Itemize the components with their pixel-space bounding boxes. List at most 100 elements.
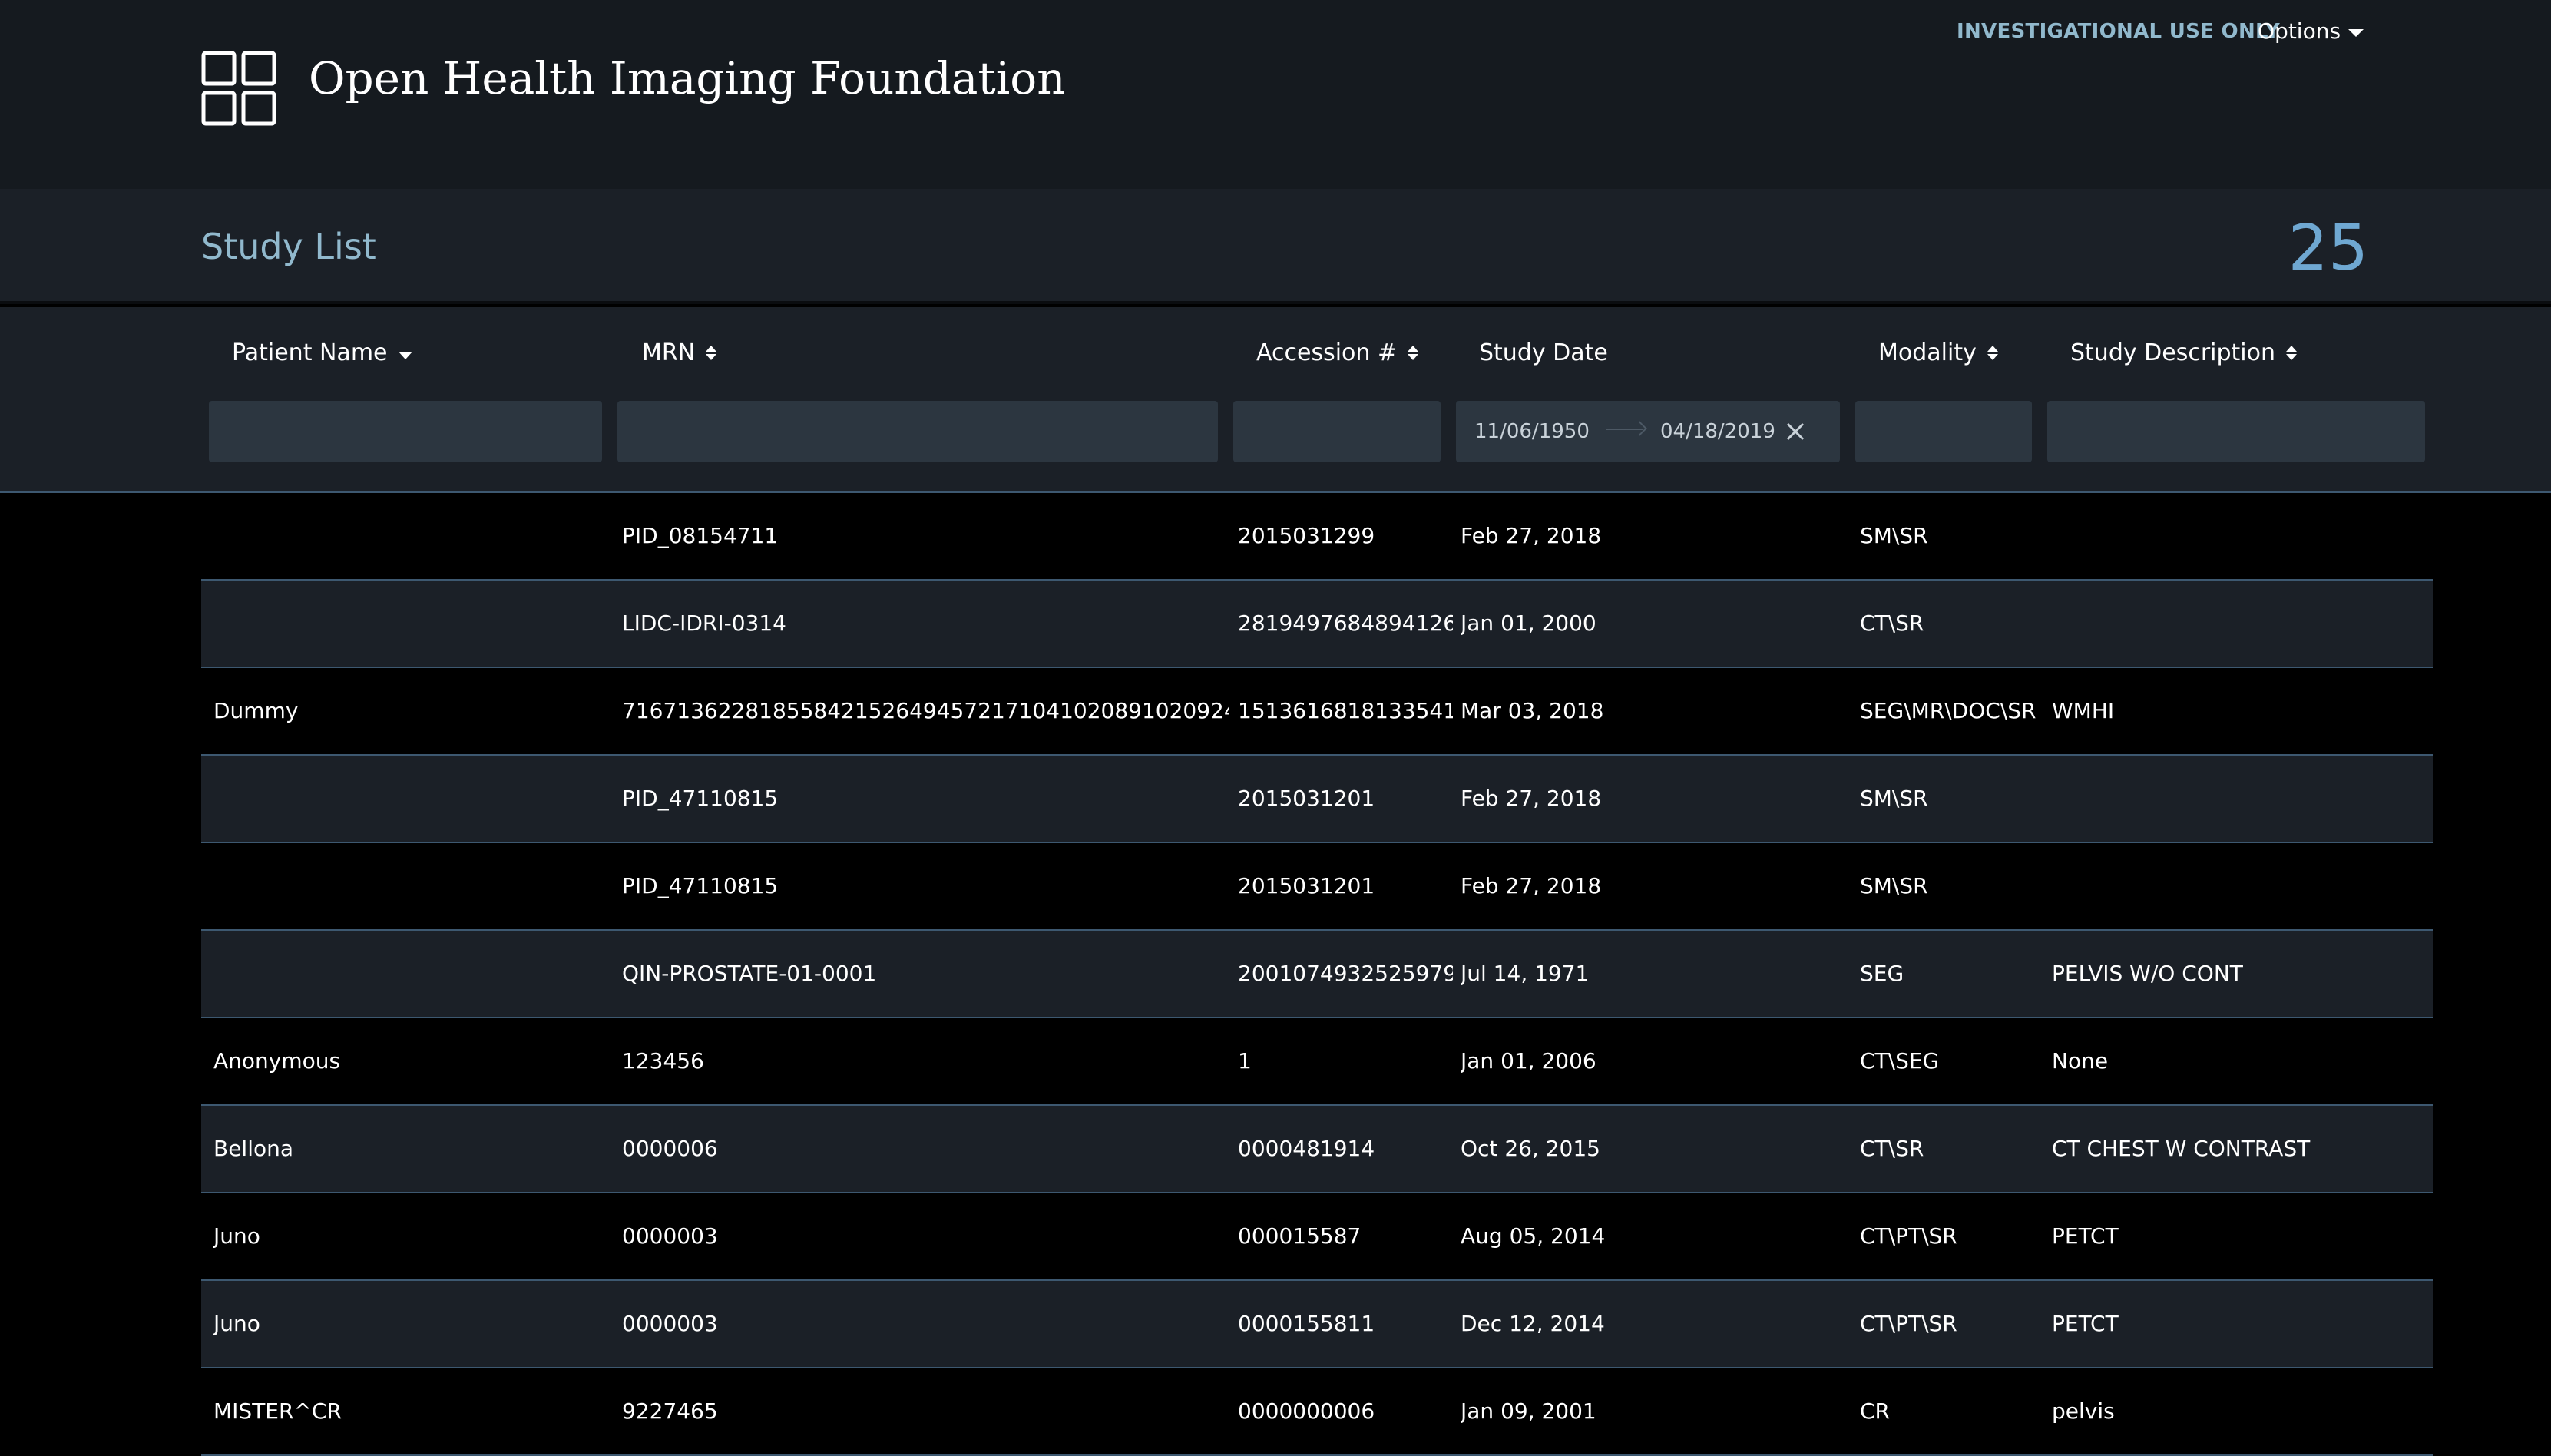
accession-cell: 2015031299	[1238, 523, 1375, 548]
accession-cell: 0000481914	[1238, 1136, 1375, 1161]
modality-cell: SM\SR	[1860, 873, 1928, 898]
close-icon[interactable]	[1785, 421, 1806, 442]
investigational-use-notice: INVESTIGATIONAL USE ONLY	[1957, 20, 2280, 43]
table-header: Patient Name MRN Accession # Study Date …	[0, 307, 2551, 493]
patient-name-cell	[213, 581, 605, 667]
chevron-down-icon	[2348, 28, 2364, 37]
column-header-study-description[interactable]: Study Description	[2070, 339, 2298, 366]
mrn-cell: 123456	[622, 1048, 704, 1074]
accession-cell: 1	[1238, 1048, 1252, 1074]
accession-cell: 000015587	[1238, 1223, 1362, 1249]
patient-name-cell: Bellona	[213, 1136, 294, 1161]
table-row[interactable]: Bellona 0000006 0000481914 Oct 26, 2015 …	[201, 1106, 2433, 1193]
table-row[interactable]: Juno 0000003 0000155811 Dec 12, 2014 CT\…	[201, 1281, 2433, 1368]
study-description-cell: PELVIS W/O CONT	[2052, 961, 2243, 986]
accession-cell: 2001074932525979	[1238, 961, 1453, 986]
modality-cell: CT\PT\SR	[1860, 1223, 1957, 1249]
study-date-cell: Aug 05, 2014	[1461, 1223, 1606, 1249]
sort-icon	[706, 346, 718, 360]
table-row[interactable]: Dummy 7167136228185584215264945721710410…	[201, 668, 2433, 756]
study-description-cell	[2052, 756, 2420, 842]
column-header-study-date[interactable]: Study Date	[1479, 339, 1608, 366]
ohif-logo-icon[interactable]	[201, 51, 276, 126]
page-title: Study List	[201, 226, 376, 267]
column-label: Patient Name	[232, 339, 388, 366]
mrn-cell: 0000003	[622, 1311, 718, 1336]
study-date-cell: Jan 01, 2000	[1461, 611, 1596, 636]
accession-cell: 2015031201	[1238, 786, 1375, 811]
study-date-cell: Mar 03, 2018	[1461, 698, 1604, 723]
modality-cell: SEG\MR\DOC\SR	[1860, 698, 2036, 723]
patient-name-cell	[213, 931, 605, 1017]
brand-name[interactable]: Open Health Imaging Foundation	[309, 48, 1066, 109]
modality-cell: CR	[1860, 1398, 1891, 1424]
patient-name-cell: Juno	[213, 1311, 260, 1336]
accession-filter-input[interactable]	[1233, 401, 1441, 462]
column-header-mrn[interactable]: MRN	[642, 339, 718, 366]
mrn-cell: LIDC-IDRI-0314	[622, 611, 786, 636]
modality-filter-input[interactable]	[1855, 401, 2032, 462]
patient-name-cell: MISTER^CR	[213, 1398, 342, 1424]
study-description-cell	[2052, 581, 2420, 667]
options-menu-button[interactable]: Options	[2258, 18, 2364, 44]
mrn-cell: 0000006	[622, 1136, 718, 1161]
app-header: Open Health Imaging Foundation INVESTIGA…	[0, 0, 2551, 189]
patient-name-cell	[213, 756, 605, 842]
study-date-cell: Jan 09, 2001	[1461, 1398, 1596, 1424]
column-label: Modality	[1878, 339, 1977, 366]
mrn-cell: PID_47110815	[622, 786, 779, 811]
modality-cell: CT\SR	[1860, 1136, 1924, 1161]
study-date-range-picker[interactable]: 11/06/1950 04/18/2019	[1456, 401, 1840, 462]
sort-icon	[1987, 346, 2000, 360]
accession-cell: 0000155811	[1238, 1311, 1375, 1336]
study-date-cell: Feb 27, 2018	[1461, 523, 1602, 548]
sort-icon	[2286, 346, 2298, 360]
column-header-patient-name[interactable]: Patient Name	[232, 339, 412, 366]
table-row[interactable]: PID_47110815 2015031201 Feb 27, 2018 SM\…	[201, 843, 2433, 931]
mrn-filter-input[interactable]	[617, 401, 1218, 462]
column-header-accession[interactable]: Accession #	[1256, 339, 1420, 366]
mrn-cell: PID_47110815	[622, 873, 779, 898]
study-description-cell: None	[2052, 1048, 2109, 1074]
mrn-cell: QIN-PROSTATE-01-0001	[622, 961, 877, 986]
patient-name-filter-input[interactable]	[209, 401, 602, 462]
study-date-cell: Feb 27, 2018	[1461, 786, 1602, 811]
study-date-cell: Dec 12, 2014	[1461, 1311, 1605, 1336]
study-description-cell	[2052, 843, 2420, 929]
arrow-right-icon	[1606, 429, 1643, 430]
patient-name-cell: Dummy	[213, 698, 299, 723]
date-start-input[interactable]: 11/06/1950	[1474, 420, 1590, 443]
patient-name-cell: Juno	[213, 1223, 260, 1249]
accession-cell: 2819497684894126	[1238, 611, 1453, 636]
study-count: 25	[2288, 212, 2368, 285]
table-row[interactable]: Anonymous 123456 1 Jan 01, 2006 CT\SEG N…	[201, 1018, 2433, 1106]
date-end-input[interactable]: 04/18/2019	[1660, 420, 1775, 443]
table-row[interactable]: PID_47110815 2015031201 Feb 27, 2018 SM\…	[201, 756, 2433, 843]
modality-cell: CT\SEG	[1860, 1048, 1940, 1074]
sort-descending-icon	[398, 351, 412, 359]
table-row[interactable]: LIDC-IDRI-0314 2819497684894126 Jan 01, …	[201, 581, 2433, 668]
accession-cell: 1513616818133541	[1238, 698, 1453, 723]
modality-cell: SM\SR	[1860, 786, 1928, 811]
table-row[interactable]: QIN-PROSTATE-01-0001 2001074932525979 Ju…	[201, 931, 2433, 1018]
mrn-cell: 0000003	[622, 1223, 718, 1249]
column-header-modality[interactable]: Modality	[1878, 339, 2000, 366]
study-description-cell: CT CHEST W CONTRAST	[2052, 1136, 2311, 1161]
study-date-cell: Jan 01, 2006	[1461, 1048, 1596, 1074]
table-row[interactable]: Juno 0000003 000015587 Aug 05, 2014 CT\P…	[201, 1193, 2433, 1281]
column-label: MRN	[642, 339, 696, 366]
study-description-filter-input[interactable]	[2047, 401, 2425, 462]
study-list-titlebar: Study List 25	[0, 189, 2551, 304]
modality-cell: SEG	[1860, 961, 1904, 986]
table-row[interactable]: MISTER^CR 9227465 0000000006 Jan 09, 200…	[201, 1368, 2433, 1456]
study-description-cell: WMHI	[2052, 698, 2115, 723]
mrn-cell: 7167136228185584215264945721710410208910…	[622, 698, 1229, 723]
study-date-cell: Jul 14, 1971	[1461, 961, 1590, 986]
accession-cell: 2015031201	[1238, 873, 1375, 898]
table-row[interactable]: PID_08154711 2015031299 Feb 27, 2018 SM\…	[201, 493, 2433, 581]
mrn-cell: 9227465	[622, 1398, 718, 1424]
column-label: Study Date	[1479, 339, 1608, 366]
study-description-cell: PETCT	[2052, 1223, 2119, 1249]
study-date-cell: Oct 26, 2015	[1461, 1136, 1600, 1161]
patient-name-cell	[213, 843, 605, 929]
